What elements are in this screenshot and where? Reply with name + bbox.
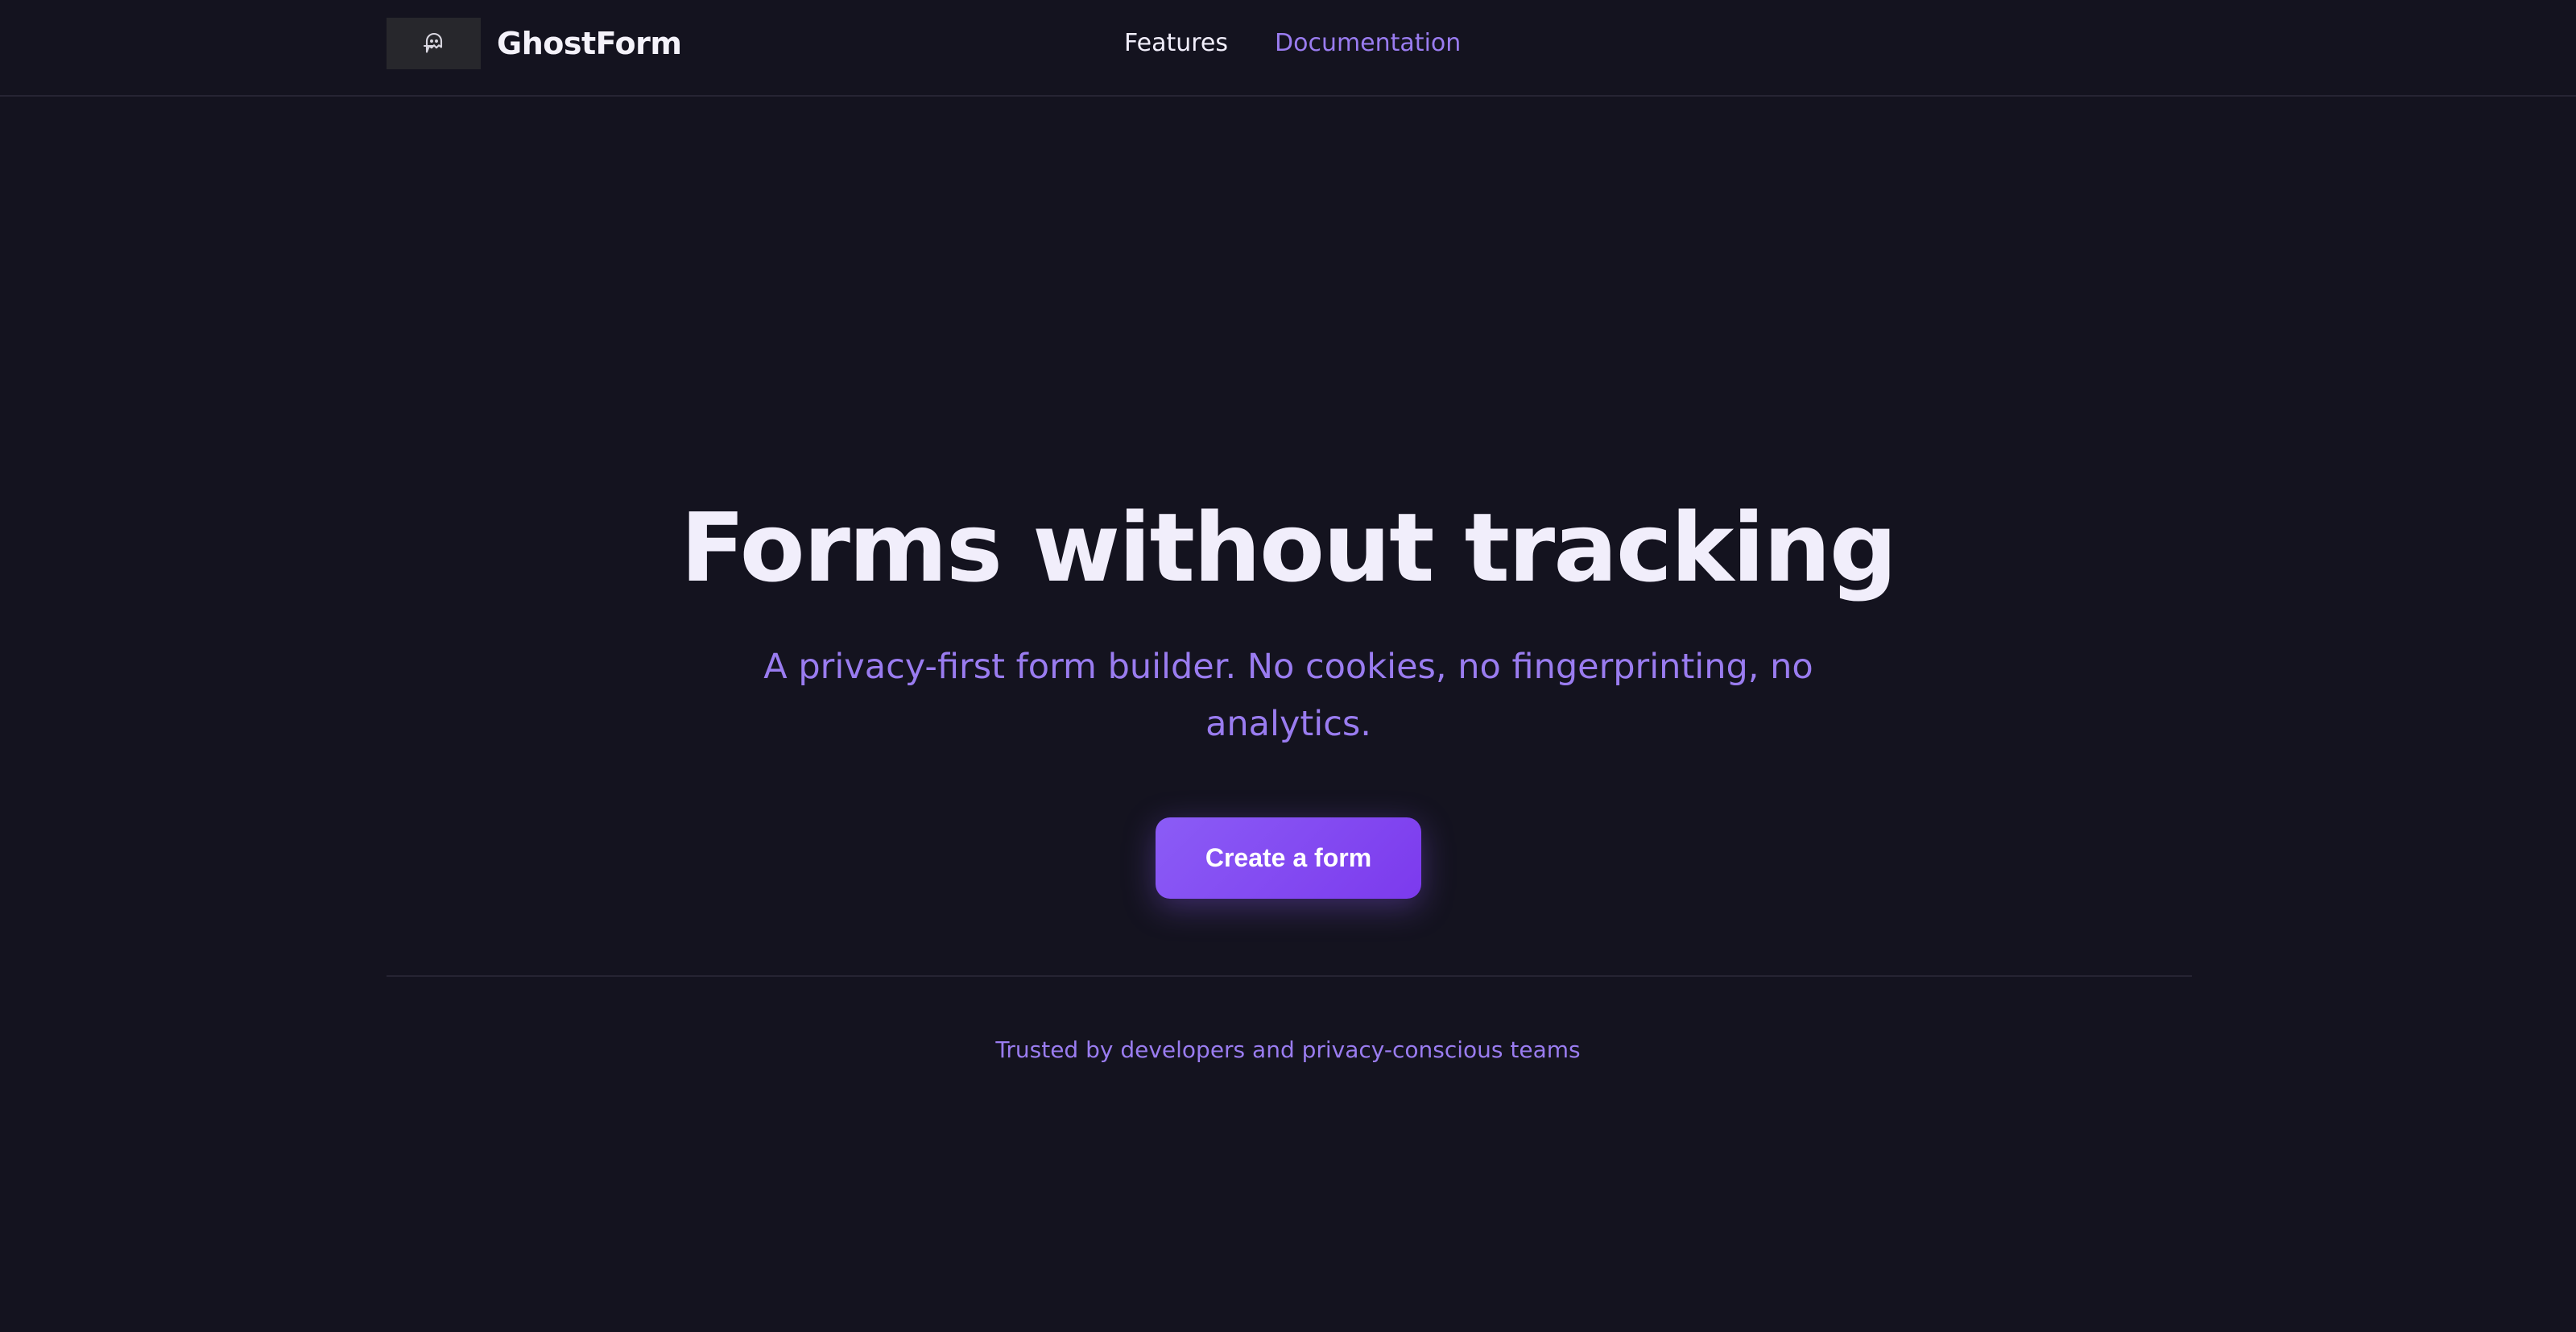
trusted-by-text: Trusted by developers and privacy-consci…: [995, 1036, 1581, 1063]
site-header: GhostForm Features Documentation: [0, 0, 2576, 97]
hero-title: Forms without tracking: [680, 492, 1897, 603]
brand-name[interactable]: GhostForm: [497, 21, 682, 66]
hero-subtitle: A privacy-first form builder. No cookies…: [763, 647, 1813, 744]
logo-link[interactable]: [387, 18, 481, 69]
section-divider: [387, 975, 2192, 977]
nav-link-documentation[interactable]: Documentation: [1275, 21, 1461, 66]
nav-link-features[interactable]: Features: [1124, 21, 1228, 66]
create-form-button[interactable]: Create a form: [1156, 817, 1421, 899]
ghost-icon: [423, 32, 442, 53]
